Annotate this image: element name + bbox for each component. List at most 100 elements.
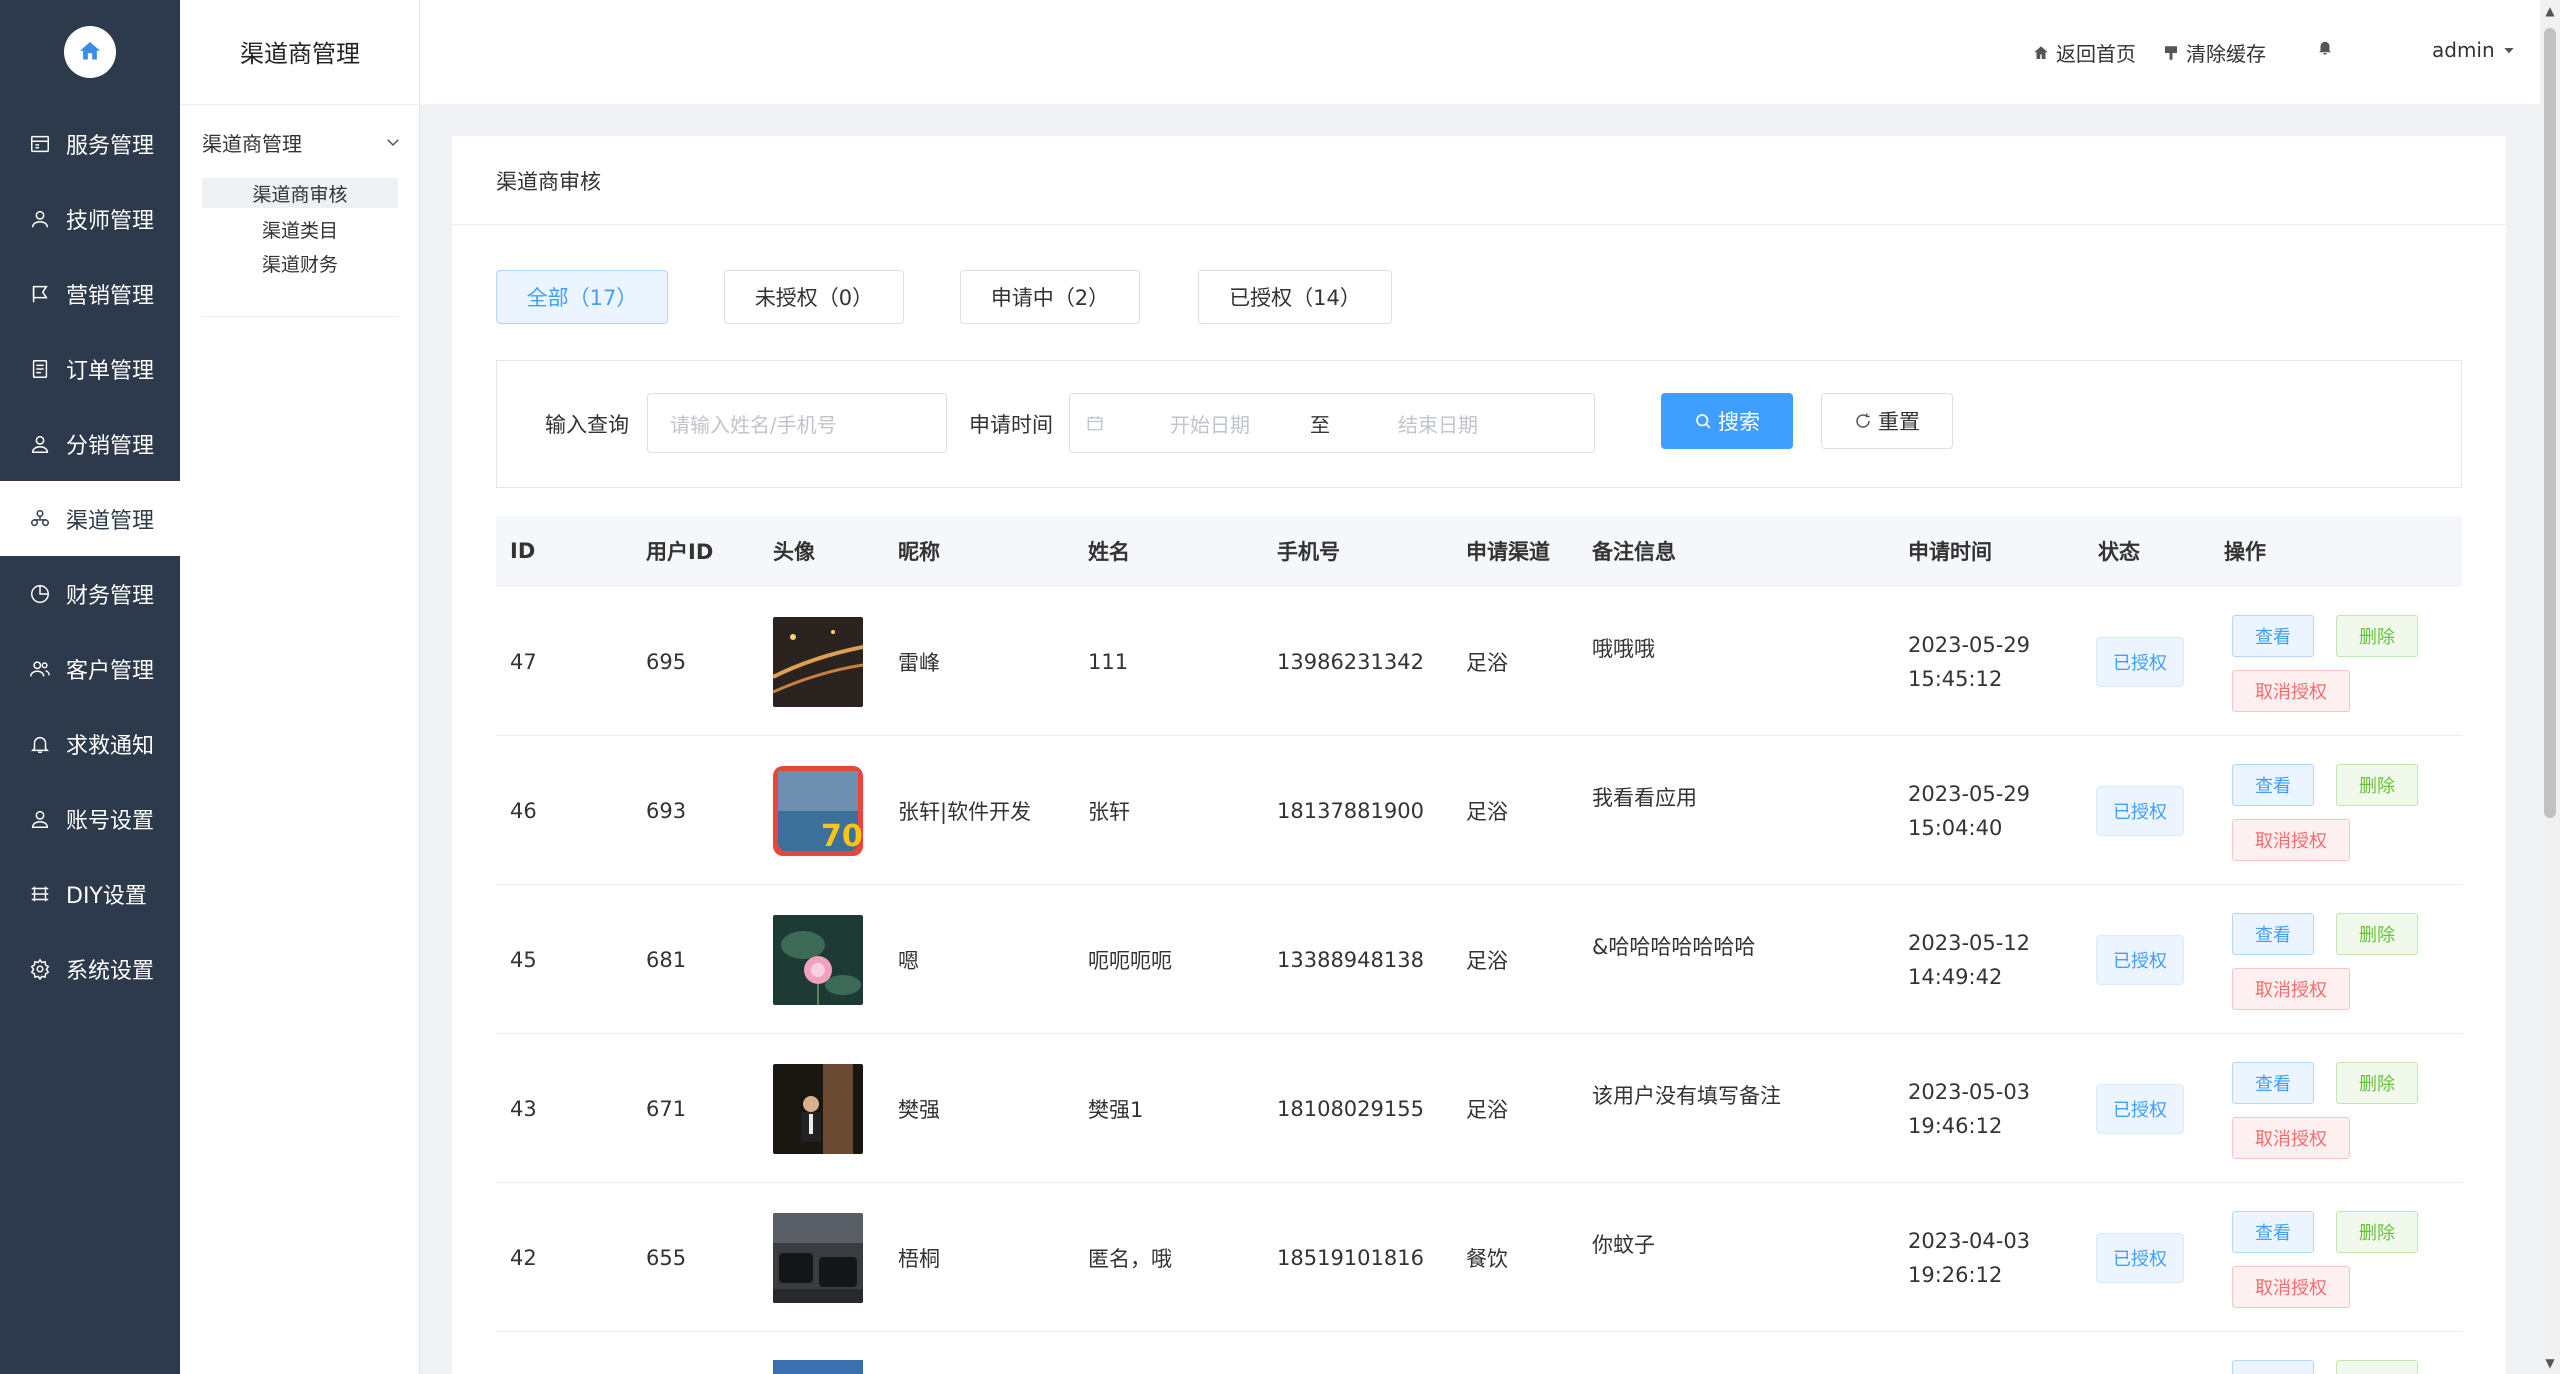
view-button[interactable]: 查看 (2232, 764, 2314, 806)
nav-item-customer[interactable]: 客户管理 (0, 631, 180, 706)
view-button[interactable]: 查看 (2232, 615, 2314, 657)
delete-button[interactable]: 删除 (2336, 615, 2418, 657)
nav-item-settings[interactable]: 系统设置 (0, 931, 180, 1006)
submenu-title: 渠道商管理 (240, 40, 360, 68)
revoke-button[interactable]: 取消授权 (2232, 1266, 2350, 1308)
nav-item-sos[interactable]: 求救通知 (0, 706, 180, 781)
start-date-placeholder: 开始日期 (1170, 412, 1250, 437)
tab-authorized[interactable]: 已授权（14） (1198, 270, 1392, 324)
cell-phone: 13986231342 (1277, 649, 1424, 674)
service-icon (28, 132, 52, 156)
scroll-down-icon[interactable]: ▼ (2543, 1356, 2557, 1370)
scroll-up-icon[interactable]: ▲ (2543, 4, 2557, 18)
nav-item-label: 营销管理 (66, 283, 155, 309)
search-input[interactable]: 请输入姓名/手机号 (647, 393, 947, 453)
cell-status: 已授权 (2096, 587, 2184, 736)
cell-channel: 足浴 (1466, 650, 1508, 675)
col-apply-time: 申请时间 (1908, 540, 1992, 564)
nav-item-label: 账号设置 (66, 808, 155, 834)
revoke-button[interactable]: 取消授权 (2232, 819, 2350, 861)
nav-item-label: 订单管理 (66, 358, 155, 384)
cell-id: 46 (510, 798, 537, 823)
nav-item-order[interactable]: 订单管理 (0, 331, 180, 406)
diy-icon (28, 882, 52, 906)
nav-item-finance[interactable]: 财务管理 (0, 556, 180, 631)
status-badge: 已授权 (2096, 1083, 2184, 1134)
cell-id: 47 (510, 649, 537, 674)
avatar[interactable] (773, 1034, 863, 1183)
home-icon (2034, 45, 2048, 59)
delete-button[interactable]: 删除 (2336, 764, 2418, 806)
submenu-item-finance[interactable]: 渠道财务 (202, 248, 398, 278)
revoke-button[interactable]: 取消授权 (2232, 1117, 2350, 1159)
svg-text:70: 70 (821, 819, 863, 854)
cell-nickname: 雷峰 (898, 650, 940, 675)
table-row: 47 695 雷峰 111 13986231342 足浴 哦哦哦 2023-05… (496, 587, 2462, 736)
reset-button[interactable]: 重置 (1821, 393, 1953, 449)
col-channel: 申请渠道 (1466, 540, 1550, 564)
avatar[interactable] (773, 885, 863, 1034)
view-button[interactable]: 查看 (2232, 1062, 2314, 1104)
status-badge: 已授权 (2096, 636, 2184, 687)
nav-item-account[interactable]: 账号设置 (0, 781, 180, 856)
delete-button[interactable]: 删除 (2336, 1062, 2418, 1104)
avatar-image (773, 1063, 863, 1154)
submenu-item-audit[interactable]: 渠道商审核 (202, 178, 398, 208)
account-icon (28, 807, 52, 831)
view-button[interactable] (2232, 1360, 2314, 1374)
col-avatar: 头像 (773, 540, 815, 564)
view-button[interactable]: 查看 (2232, 1211, 2314, 1253)
tab-all[interactable]: 全部（17） (496, 270, 668, 324)
user-menu[interactable]: admin (2432, 38, 2523, 62)
avatar-image (773, 616, 863, 707)
clear-cache-link[interactable]: 清除缓存 (2162, 38, 2266, 67)
date-range-picker[interactable]: 开始日期 至 结束日期 (1069, 393, 1595, 453)
logo[interactable] (64, 26, 116, 78)
end-date-placeholder: 结束日期 (1398, 412, 1478, 437)
nav-item-marketing[interactable]: 营销管理 (0, 256, 180, 331)
cell-nickname: 樊强 (898, 1097, 940, 1122)
nav-item-label: 财务管理 (66, 583, 155, 609)
nav-item-diy[interactable]: DIY设置 (0, 856, 180, 931)
table-header: ID 用户ID 头像 昵称 姓名 手机号 申请渠道 备注信息 申请时间 状态 操… (496, 516, 2462, 586)
nav-item-technician[interactable]: 技师管理 (0, 181, 180, 256)
delete-button[interactable] (2336, 1360, 2418, 1374)
nav-item-channel[interactable]: 渠道管理 (0, 481, 180, 556)
table-row: 43 671 樊强 樊强1 18108029155 足浴 该用户没有填写备注 2… (496, 1034, 2462, 1183)
nav-item-label: 服务管理 (66, 133, 155, 159)
revoke-button[interactable]: 取消授权 (2232, 968, 2350, 1010)
cell-apply-time: 2023-05-29 15:04:40 (1908, 736, 2030, 885)
divider (180, 104, 420, 105)
delete-button[interactable]: 删除 (2336, 913, 2418, 955)
filter-panel: 输入查询 请输入姓名/手机号 申请时间 开始日期 至 结束日期 搜索 重置 (496, 360, 2462, 488)
cell-user-id: 695 (646, 649, 687, 674)
top-header: 返回首页 清除缓存 admin (420, 0, 2540, 104)
tab-applying[interactable]: 申请中（2） (960, 270, 1140, 324)
avatar[interactable] (773, 1360, 863, 1374)
search-button[interactable]: 搜索 (1661, 393, 1793, 449)
cell-remark: 你蚊子 (1592, 1233, 1655, 1257)
nav-item-service[interactable]: 服务管理 (0, 106, 180, 181)
avatar[interactable] (773, 587, 863, 736)
avatar[interactable]: 70 (773, 736, 863, 885)
submenu-group-channel[interactable]: 渠道商管理 (202, 126, 402, 158)
scrollbar-thumb[interactable] (2544, 28, 2556, 818)
table-row: 46 693 70 张轩|软件开发 张轩 18137881900 足浴 我看看应… (496, 736, 2462, 885)
bell-icon (2319, 41, 2331, 55)
delete-button[interactable]: 删除 (2336, 1211, 2418, 1253)
search-placeholder: 请输入姓名/手机号 (670, 412, 837, 437)
cell-status: 已授权 (2096, 1034, 2184, 1183)
cell-name: 匿名，哦 (1088, 1246, 1172, 1271)
username: admin (2432, 38, 2495, 62)
submenu-item-category[interactable]: 渠道类目 (202, 214, 398, 244)
view-button[interactable]: 查看 (2232, 913, 2314, 955)
home-link[interactable]: 返回首页 (2032, 38, 2136, 67)
nav-item-distribution[interactable]: 分销管理 (0, 406, 180, 481)
cell-apply-time: 2023-04-03 19:26:12 (1908, 1183, 2030, 1332)
revoke-button[interactable]: 取消授权 (2232, 670, 2350, 712)
notification-button[interactable] (2316, 38, 2340, 56)
cell-phone: 18519101816 (1277, 1245, 1424, 1270)
avatar[interactable] (773, 1183, 863, 1332)
tab-unauthorized[interactable]: 未授权（0） (724, 270, 904, 324)
query-label: 输入查询 (545, 413, 629, 437)
